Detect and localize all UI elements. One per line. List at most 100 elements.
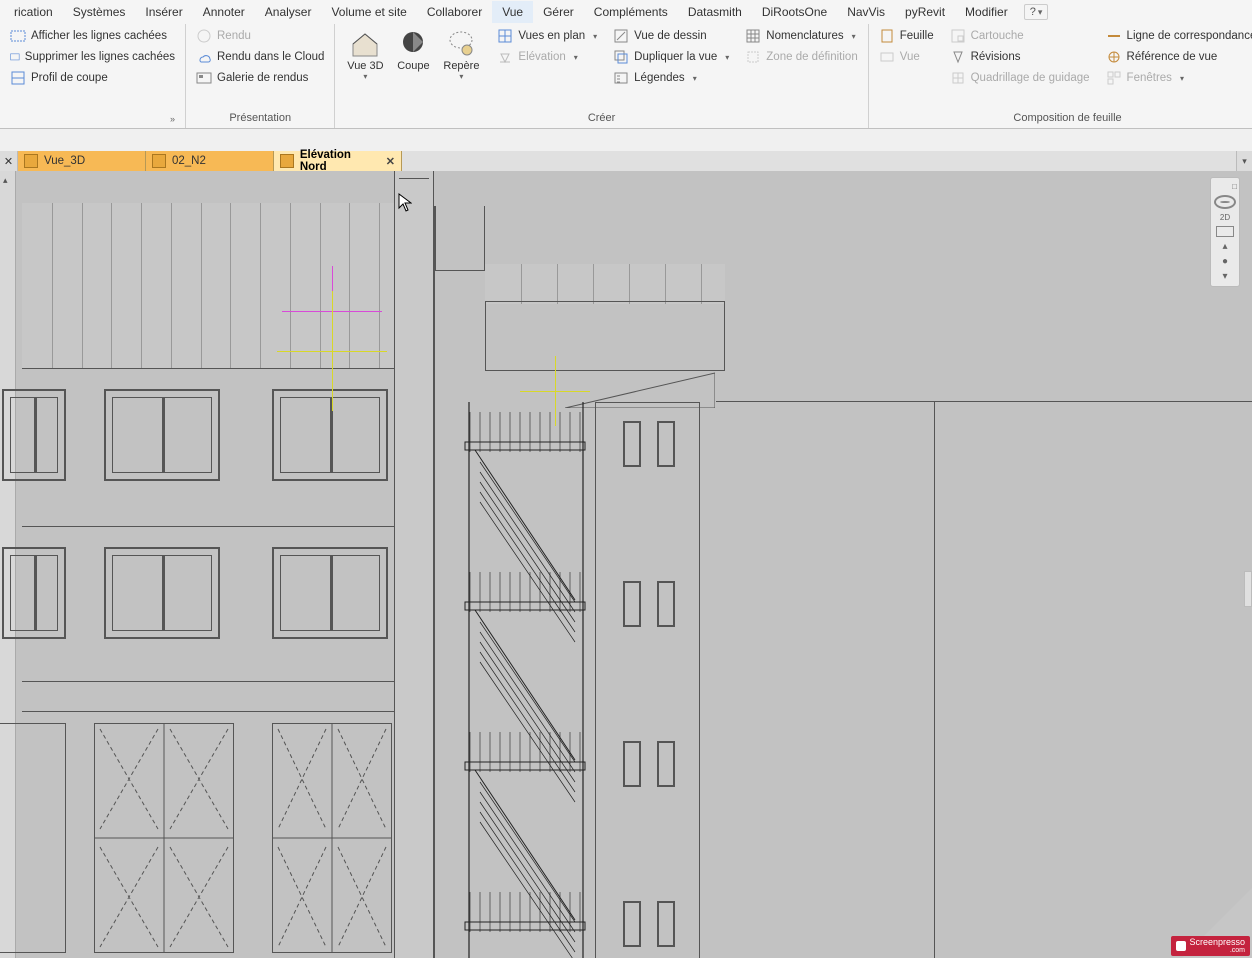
tabs-overflow-button[interactable]: ▾ <box>1236 151 1252 171</box>
btn-label: Dupliquer la vue <box>634 51 717 63</box>
vues-en-plan-button[interactable]: Vues en plan▾ <box>493 26 601 46</box>
btn-label: Galerie de rendus <box>217 72 308 84</box>
tab-close-button[interactable]: ✕ <box>386 155 395 168</box>
revisions-button[interactable]: Révisions <box>946 47 1094 67</box>
menu-vue[interactable]: Vue <box>492 1 533 23</box>
btn-label: Elévation <box>518 51 565 63</box>
building-main-block <box>22 171 394 958</box>
rendu-cloud-button[interactable]: Rendu dans le Cloud <box>192 47 328 67</box>
btn-label: Vue <box>900 51 920 63</box>
vue-dessin-button[interactable]: Vue de dessin <box>609 26 733 46</box>
watermark-logo-icon <box>1176 941 1186 951</box>
btn-label: Vue de dessin <box>634 30 706 42</box>
reference-vue-button[interactable]: Référence de vue <box>1102 47 1252 67</box>
menu-volume[interactable]: Volume et site <box>321 1 416 23</box>
btn-label: Ligne de correspondance <box>1127 30 1252 42</box>
far-wall-line <box>934 401 935 958</box>
navcube-pan-icon[interactable] <box>1216 226 1234 237</box>
feuille-button[interactable]: Feuille <box>875 26 938 46</box>
menu-pyrevit[interactable]: pyRevit <box>895 1 955 23</box>
menu-bar: rication Systèmes Insérer Annoter Analys… <box>0 0 1252 24</box>
menu-inserer[interactable]: Insérer <box>135 1 192 23</box>
legend-icon <box>613 70 629 86</box>
btn-label: Rendu <box>217 30 251 42</box>
steering-wheel-icon[interactable] <box>1214 195 1236 209</box>
profil-coupe-button[interactable]: Profil de coupe <box>6 68 179 88</box>
tab-02-n2[interactable]: 02_N2 <box>146 151 274 171</box>
ribbon: Afficher les lignes cachées Supprimer le… <box>0 24 1252 129</box>
scope-box-icon <box>745 49 761 65</box>
menu-diroots[interactable]: DiRootsOne <box>752 1 837 23</box>
menu-collaborer[interactable]: Collaborer <box>417 1 492 23</box>
repere-button[interactable]: Repère▾ <box>437 26 485 110</box>
viewports-icon <box>1106 70 1122 86</box>
cut-profile-icon <box>10 70 26 86</box>
galerie-rendus-button[interactable]: Galerie de rendus <box>192 68 328 88</box>
tab-icon <box>280 154 294 168</box>
elevation-button[interactable]: Elévation▾ <box>493 47 601 67</box>
tab-icon <box>24 154 38 168</box>
navcube-up-icon[interactable]: ▴ <box>1222 241 1227 252</box>
tab-vue-3d[interactable]: Vue_3D <box>18 151 146 171</box>
vue-sheet-button: Vue <box>875 47 938 67</box>
navcube-dot-icon[interactable]: ● <box>1222 256 1228 267</box>
section-icon <box>397 28 429 60</box>
btn-label: Quadrillage de guidage <box>971 72 1090 84</box>
view-reference-icon <box>1106 49 1122 65</box>
menu-complements[interactable]: Compléments <box>584 1 678 23</box>
afficher-lignes-cachees-button[interactable]: Afficher les lignes cachées <box>6 26 179 46</box>
menu-annoter[interactable]: Annoter <box>193 1 255 23</box>
show-hidden-lines-icon <box>10 28 26 44</box>
zone-definition-button: Zone de définition <box>741 47 861 67</box>
navcube-2d-label: 2D <box>1220 213 1230 222</box>
navcube-down-icon[interactable]: ▾ <box>1222 271 1227 282</box>
menu-analyser[interactable]: Analyser <box>255 1 322 23</box>
btn-label: Légendes <box>634 72 685 84</box>
navigation-cube[interactable]: □ 2D ▴ ● ▾ <box>1210 177 1240 287</box>
btn-label: Nomenclatures <box>766 30 843 42</box>
navcube-close-icon[interactable]: □ <box>1232 182 1237 191</box>
elevation-icon <box>497 49 513 65</box>
group-title-presentation: Présentation <box>192 110 328 128</box>
ruler-mark-icon: ▴ <box>3 175 8 186</box>
right-panel-handle[interactable] <box>1244 571 1252 607</box>
nomenclatures-button[interactable]: Nomenclatures▾ <box>741 26 861 46</box>
dupliquer-vue-button[interactable]: Dupliquer la vue▾ <box>609 47 733 67</box>
cloud-render-icon <box>196 49 212 65</box>
building-extension <box>434 206 724 958</box>
menu-rication[interactable]: rication <box>4 1 63 23</box>
view-icon <box>879 49 895 65</box>
guide-grid-icon <box>950 70 966 86</box>
supprimer-lignes-cachees-button[interactable]: Supprimer les lignes cachées <box>6 47 179 67</box>
building-tower <box>394 171 434 958</box>
help-dropdown[interactable]: ?▾ <box>1024 4 1049 20</box>
menu-datasmith[interactable]: Datasmith <box>678 1 752 23</box>
render-icon <box>196 28 212 44</box>
menu-gerer[interactable]: Gérer <box>533 1 584 23</box>
menu-modifier[interactable]: Modifier <box>955 1 1018 23</box>
btn-label: Fenêtres <box>1127 72 1172 84</box>
coupe-button[interactable]: Coupe <box>389 26 437 110</box>
tab-elevation-nord[interactable]: Elévation Nord ✕ <box>274 151 402 171</box>
watermark-site: .com <box>1189 947 1245 954</box>
ligne-correspondance-button[interactable]: Ligne de correspondance <box>1102 26 1252 46</box>
group-title-compo: Composition de feuille <box>875 110 1252 128</box>
menu-navvis[interactable]: NavVis <box>837 1 895 23</box>
vue-3d-button[interactable]: Vue 3D▾ <box>341 26 389 110</box>
btn-label: Cartouche <box>971 30 1024 42</box>
btn-label: Supprimer les lignes cachées <box>25 51 175 63</box>
drafting-view-icon <box>613 28 629 44</box>
legendes-button[interactable]: Légendes▾ <box>609 68 733 88</box>
fenetres-button: Fenêtres▾ <box>1102 68 1252 88</box>
group-expander[interactable]: » <box>170 114 179 124</box>
schedule-icon <box>745 28 761 44</box>
viewport[interactable]: ▴ <box>0 171 1252 958</box>
menu-systemes[interactable]: Systèmes <box>63 1 136 23</box>
matchline-icon <box>1106 28 1122 44</box>
plan-view-icon <box>497 28 513 44</box>
close-pane-button[interactable]: ✕ <box>0 151 18 171</box>
titleblock-icon <box>950 28 966 44</box>
view-tabs-bar: ✕ Vue_3D 02_N2 Elévation Nord ✕ ▾ <box>0 151 1252 171</box>
drawing-canvas[interactable]: □ 2D ▴ ● ▾ Screenpresso .com <box>16 171 1252 958</box>
callout-icon <box>445 28 477 60</box>
